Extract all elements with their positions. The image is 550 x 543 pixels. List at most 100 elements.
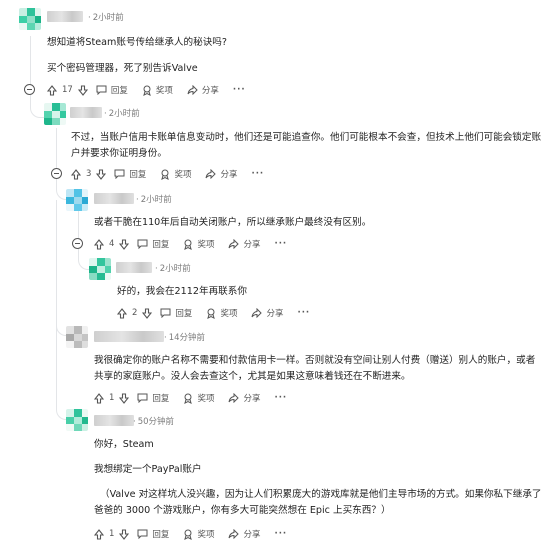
upvote-icon[interactable] — [94, 238, 104, 250]
more-options-button[interactable]: ··· — [297, 308, 310, 318]
comment-meta: · 2小时前 — [88, 13, 124, 23]
comment-actions: 1 回复 奖项 分享 ··· — [94, 390, 287, 406]
comment-text: 或者干脆在110年后自动关闭账户，所以继承账户最终没有区别。 — [94, 217, 372, 228]
share-icon — [228, 529, 240, 539]
comment-body: 不过，当账户信用卡账单信息变动时，他们还是可能追查你。他们可能根本不会查，但技术… — [71, 130, 543, 162]
downvote-icon[interactable] — [119, 528, 130, 540]
comment-text: 你好，Steam — [94, 439, 154, 450]
award-icon — [184, 529, 193, 540]
vote-controls: 1 — [94, 528, 130, 540]
reply-icon — [96, 85, 107, 95]
reply-icon — [137, 393, 148, 403]
vote-count: 4 — [109, 239, 115, 249]
award-button[interactable]: 奖项 — [142, 84, 173, 96]
collapse-thread-button[interactable] — [72, 238, 83, 249]
share-icon — [228, 239, 240, 249]
comment-body: 我很确定你的账户名称不需要和付款信用卡一样。否则就没有空间让别人付费（赠送）别人… — [94, 353, 544, 385]
award-icon — [207, 308, 216, 319]
comment-meta: · 50分钟前 — [133, 417, 175, 427]
avatar[interactable] — [66, 326, 88, 348]
award-button[interactable]: 奖项 — [183, 238, 214, 250]
award-icon — [184, 393, 193, 404]
comment-text: 好的，我会在2112年再联系你 — [117, 286, 247, 297]
award-icon — [161, 169, 170, 180]
reply-button[interactable]: 回复 — [114, 168, 146, 180]
reply-button[interactable]: 回复 — [137, 528, 169, 540]
upvote-icon[interactable] — [117, 307, 127, 319]
avatar[interactable] — [44, 103, 66, 125]
upvote-icon[interactable] — [47, 84, 57, 96]
award-icon — [143, 85, 151, 96]
reply-button[interactable]: 回复 — [160, 307, 192, 319]
award-button[interactable]: 奖项 — [183, 528, 214, 540]
comment-text: 我很确定你的账户名称不需要和付款信用卡一样。否则就没有空间让别人付费（赠送）别人… — [94, 355, 536, 382]
comment-text: （Valve 对这样坑人没兴趣，因为让人们积累庞大的游戏库就是他们主导市场的方式… — [94, 489, 542, 516]
comment-body: 你好，Steam 我想绑定一个PayPal账户 （Valve 对这样坑人没兴趣，… — [94, 437, 544, 519]
more-options-button[interactable]: ··· — [274, 393, 287, 403]
comment-meta: · 2小时前 — [155, 264, 191, 274]
comment-actions: 1 回复 奖项 分享 ··· — [94, 526, 287, 542]
reply-icon — [114, 169, 125, 179]
comment-body: 想知道将Steam账号传给继承人的秘诀吗? 买个密码管理器，死了别告诉Valve — [47, 35, 527, 77]
reply-button[interactable]: 回复 — [96, 84, 128, 96]
more-options-button[interactable]: ··· — [274, 529, 287, 539]
username[interactable] — [94, 193, 134, 204]
collapse-thread-button[interactable] — [51, 168, 62, 179]
award-button[interactable]: 奖项 — [206, 307, 237, 319]
upvote-icon[interactable] — [94, 528, 104, 540]
share-button[interactable]: 分享 — [187, 84, 219, 96]
username[interactable] — [47, 11, 83, 22]
vote-controls: 3 — [71, 168, 107, 180]
reply-icon — [137, 239, 148, 249]
upvote-icon[interactable] — [94, 392, 104, 404]
share-button[interactable]: 分享 — [228, 392, 260, 404]
reply-button[interactable]: 回复 — [137, 238, 169, 250]
avatar[interactable] — [66, 409, 88, 431]
downvote-icon[interactable] — [119, 392, 130, 404]
avatar[interactable] — [66, 189, 88, 211]
comment-text: 想知道将Steam账号传给继承人的秘诀吗? — [47, 37, 227, 48]
reply-button[interactable]: 回复 — [137, 392, 169, 404]
more-options-button[interactable]: ··· — [251, 169, 264, 179]
vote-controls: 2 — [117, 307, 153, 319]
award-button[interactable]: 奖项 — [183, 392, 214, 404]
share-button[interactable]: 分享 — [205, 168, 237, 180]
upvote-icon[interactable] — [71, 168, 81, 180]
share-icon — [205, 169, 217, 179]
username[interactable] — [116, 262, 152, 273]
downvote-icon[interactable] — [96, 168, 107, 180]
award-icon — [184, 239, 193, 250]
comment-text: 不过，当账户信用卡账单信息变动时，他们还是可能追查你。他们可能根本不会查，但技术… — [71, 132, 542, 159]
vote-controls: 17 — [47, 84, 88, 96]
username[interactable] — [94, 415, 134, 426]
share-button[interactable]: 分享 — [251, 307, 283, 319]
comment-actions: 2 回复 奖项 分享 ··· — [117, 305, 310, 321]
vote-controls: 1 — [94, 392, 130, 404]
vote-controls: 4 — [94, 238, 130, 250]
username[interactable] — [94, 331, 164, 342]
username[interactable] — [70, 107, 102, 118]
more-options-button[interactable]: ··· — [233, 85, 246, 95]
comment-meta: · 14分钟前 — [164, 333, 206, 343]
share-button[interactable]: 分享 — [228, 238, 260, 250]
reply-icon — [160, 308, 171, 318]
downvote-icon[interactable] — [77, 84, 88, 96]
share-icon — [228, 393, 240, 403]
comment-actions: 4 回复 奖项 分享 ··· — [94, 236, 287, 252]
collapse-thread-button[interactable] — [24, 84, 35, 95]
reply-icon — [137, 529, 148, 539]
vote-count: 3 — [86, 169, 92, 179]
avatar[interactable] — [19, 8, 41, 30]
comment-body: 好的，我会在2112年再联系你 — [117, 284, 537, 300]
comment-body: 或者干脆在110年后自动关闭账户，所以继承账户最终没有区别。 — [94, 215, 544, 231]
avatar[interactable] — [89, 258, 111, 280]
downvote-icon[interactable] — [119, 238, 130, 250]
downvote-icon[interactable] — [142, 307, 153, 319]
thread-line — [56, 128, 57, 172]
share-button[interactable]: 分享 — [228, 528, 260, 540]
vote-count: 1 — [109, 529, 115, 539]
more-options-button[interactable]: ··· — [274, 239, 287, 249]
comment-meta: · 2小时前 — [136, 195, 172, 205]
thread-line — [56, 200, 57, 405]
award-button[interactable]: 奖项 — [160, 168, 191, 180]
